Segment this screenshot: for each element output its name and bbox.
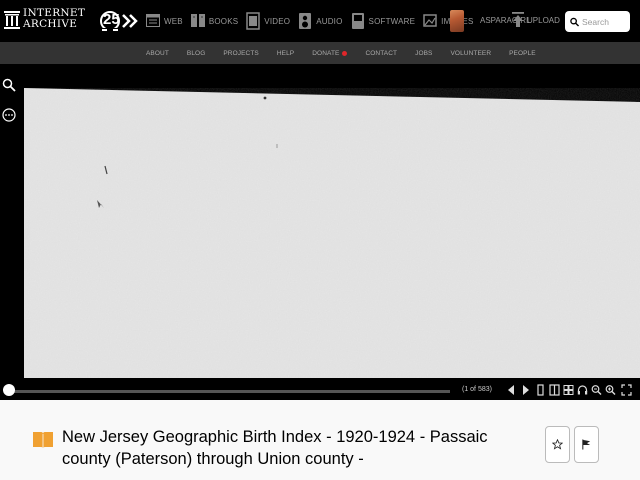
search-box[interactable] — [565, 11, 630, 32]
media-item-video[interactable]: VIDEO — [246, 8, 290, 34]
subnav-people[interactable]: PEOPLE — [509, 50, 536, 57]
web-icon — [146, 14, 160, 27]
media-label-video: VIDEO — [264, 16, 291, 26]
two-page-view-button[interactable] — [549, 384, 560, 396]
item-title-area: New Jersey Geographic Birth Index - 1920… — [0, 400, 640, 480]
media-item-images[interactable]: IMAGES — [423, 8, 473, 34]
media-item-software[interactable]: SOFTWARE — [351, 8, 416, 34]
media-item-audio[interactable]: AUDIO — [298, 8, 342, 34]
search-icon — [570, 17, 579, 27]
read-aloud-icon — [577, 385, 588, 395]
page-indicator: (1 of 583) — [462, 386, 492, 393]
zoom-out-icon — [591, 385, 602, 395]
subnav-about[interactable]: ABOUT — [146, 50, 169, 57]
subnav-jobs[interactable]: JOBS — [415, 50, 432, 57]
donate-heart-icon — [342, 50, 348, 56]
book-icon — [33, 432, 53, 449]
fullscreen-icon — [621, 384, 632, 396]
video-icon — [246, 12, 261, 30]
books-icon — [190, 14, 205, 27]
next-page-button[interactable] — [520, 384, 531, 396]
media-label-web: WEB — [164, 16, 183, 26]
thumbnail-view-icon — [563, 385, 574, 395]
images-icon — [423, 14, 437, 27]
fullscreen-button[interactable] — [621, 384, 632, 396]
anniversary-25-label: 25 — [103, 11, 120, 28]
avatar[interactable] — [450, 10, 464, 32]
archive-building-icon — [4, 11, 20, 29]
reader-side-tools — [0, 72, 17, 378]
upload-label: UPLOAD — [527, 15, 560, 25]
page-scrubber-track[interactable] — [8, 390, 450, 393]
logo-text-line2: ARCHIVE — [23, 18, 78, 30]
internet-archive-logo[interactable]: INTERNET ARCHIVE — [4, 7, 92, 35]
subnav-donate[interactable]: DONATE — [312, 50, 339, 57]
book-page-scan[interactable] — [24, 86, 640, 378]
media-label-audio: AUDIO — [316, 16, 343, 26]
flag-button[interactable] — [574, 426, 599, 463]
two-page-view-icon — [549, 384, 560, 396]
previous-page-button[interactable] — [506, 384, 517, 396]
flag-icon — [582, 439, 591, 450]
page-scrubber-handle[interactable] — [3, 384, 15, 396]
search-icon[interactable] — [2, 78, 16, 92]
subnav-help[interactable]: HELP — [277, 50, 294, 57]
subnav-donate-wrap[interactable]: DONATE — [312, 50, 348, 57]
software-icon — [351, 13, 364, 29]
media-item-web[interactable]: WEB — [146, 8, 183, 34]
zoom-in-button[interactable] — [605, 384, 616, 396]
one-page-view-button[interactable] — [535, 384, 546, 396]
media-type-nav: WEB BOOKS VIDEO AUDIO SOFTWARE — [146, 8, 482, 34]
favorite-button[interactable] — [545, 426, 570, 463]
subnav-blog[interactable]: BLOG — [187, 50, 205, 57]
favorite-star-icon — [552, 439, 563, 450]
media-item-books[interactable]: BOOKS — [190, 8, 239, 34]
next-page-icon — [523, 385, 529, 395]
top-navigation-bar: INTERNET ARCHIVE 25 WEB BOOKS VIDEO AUDI… — [0, 0, 640, 42]
search-input[interactable] — [582, 16, 630, 27]
audio-icon — [299, 13, 312, 29]
upload-button[interactable]: UPLOAD — [512, 12, 560, 28]
media-label-books: BOOKS — [208, 16, 239, 26]
subnav-projects[interactable]: PROJECTS — [223, 50, 258, 57]
upload-icon — [512, 12, 524, 27]
subnav-contact[interactable]: CONTACT — [365, 50, 397, 57]
previous-page-icon — [508, 385, 514, 395]
secondary-nav: ABOUT BLOG PROJECTS HELP DONATE CONTACT … — [0, 42, 640, 64]
more-options-icon[interactable] — [2, 108, 16, 122]
read-aloud-button[interactable] — [577, 384, 588, 396]
media-label-software: SOFTWARE — [368, 16, 416, 26]
item-title: New Jersey Geographic Birth Index - 1920… — [62, 428, 488, 468]
zoom-out-button[interactable] — [591, 384, 602, 396]
one-page-view-icon — [537, 384, 544, 396]
double-chevron-right-icon — [122, 14, 138, 28]
subnav-volunteer[interactable]: VOLUNTEER — [450, 50, 491, 57]
thumbnail-view-button[interactable] — [563, 384, 574, 396]
zoom-in-icon — [605, 385, 616, 395]
